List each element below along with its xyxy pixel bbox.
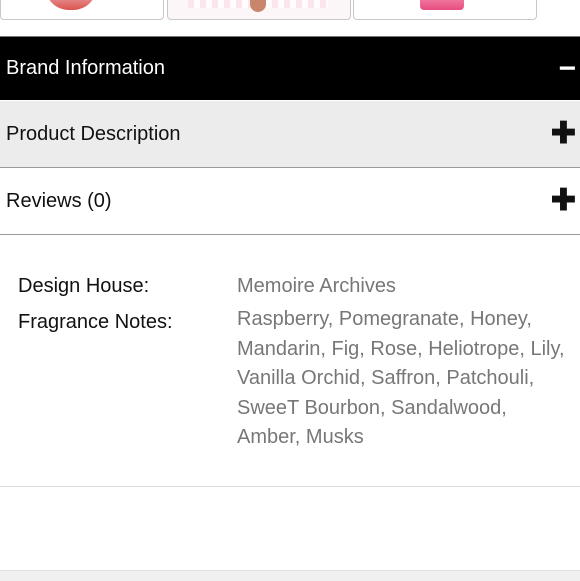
- design-house-value: Memoire Archives: [237, 275, 396, 297]
- minus-icon[interactable]: −: [558, 53, 576, 84]
- accordion-brand-information[interactable]: Brand Information −: [0, 36, 580, 100]
- accordion-product-description[interactable]: Product Description ✚: [0, 101, 580, 168]
- perfume-bottle-image: [45, 0, 97, 10]
- brand-information-panel: Design House: Memoire Archives Fragrance…: [0, 235, 580, 487]
- accordion-label: Reviews (0): [6, 189, 112, 212]
- accordion-label: Brand Information: [6, 57, 165, 79]
- thumbnail-3[interactable]: [353, 0, 537, 20]
- perfume-bottle-image: [250, 0, 266, 12]
- footer-divider: [0, 570, 580, 581]
- perfume-bottle-image: [420, 0, 464, 10]
- plus-icon[interactable]: ✚: [551, 186, 576, 216]
- accordion-reviews[interactable]: Reviews (0) ✚: [0, 168, 580, 235]
- design-house-label: Design House:: [18, 275, 150, 297]
- fragrance-notes-value: Raspberry, Pomegranate, Honey, Mandarin,…: [237, 308, 565, 448]
- accordion-label: Product Description: [6, 122, 181, 145]
- product-thumbnails: [0, 0, 580, 36]
- thumbnail-1[interactable]: [0, 0, 164, 20]
- thumbnail-2[interactable]: [167, 0, 351, 20]
- plus-icon[interactable]: ✚: [551, 119, 576, 149]
- fragrance-notes-label: Fragrance Notes:: [18, 311, 173, 333]
